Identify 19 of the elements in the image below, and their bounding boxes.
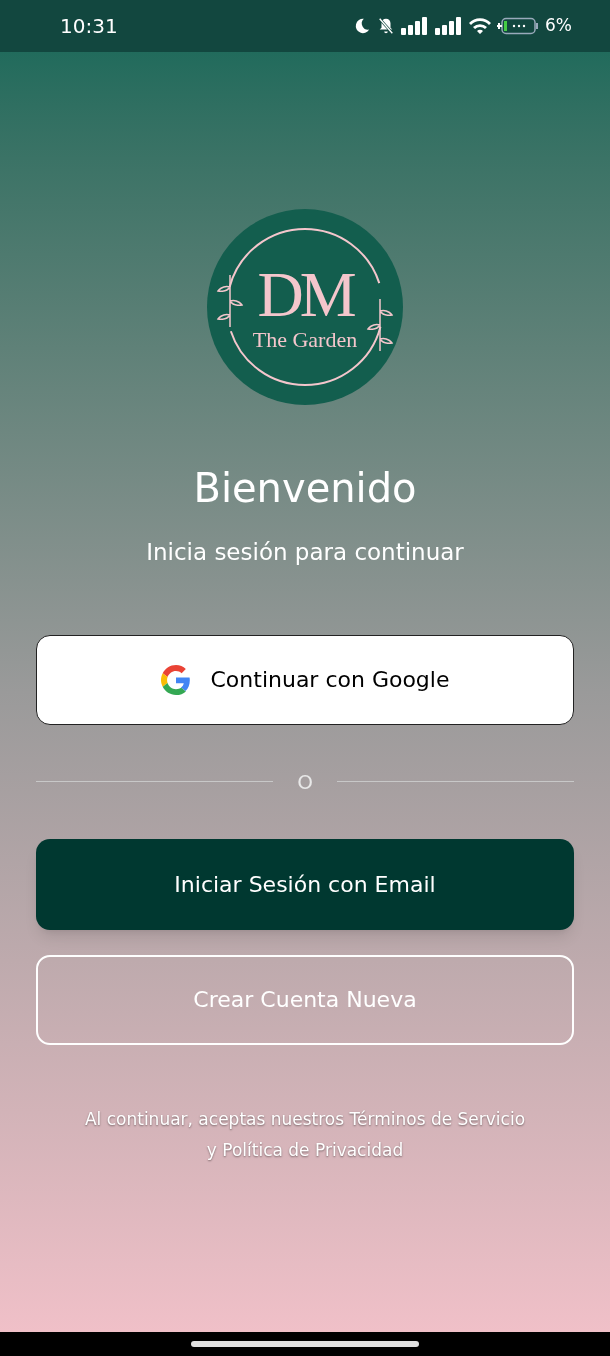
terms-text: Al continuar, aceptas nuestros Términos de Servicio <box>84 1107 526 1131</box>
signal-icon <box>401 17 429 35</box>
battery-icon <box>497 17 539 35</box>
welcome-title: Bienvenido <box>193 464 417 513</box>
google-icon <box>160 664 191 695</box>
divider-label: O <box>297 768 313 796</box>
terms-text: y Política de Privacidad <box>206 1139 404 1162</box>
email-sign-in-button[interactable]: Iniciar Sesión con Email <box>36 838 574 930</box>
home-indicator[interactable] <box>191 1341 419 1347</box>
subtitle: Inicia sesión para continuar <box>146 538 464 567</box>
battery-percentage: 6% <box>545 14 572 38</box>
bell-muted-icon <box>377 17 395 35</box>
google-sign-in-button[interactable]: Continuar con Google <box>36 634 574 725</box>
signal-icon <box>435 17 463 35</box>
status-time: 10:31 <box>60 13 118 40</box>
wifi-icon <box>469 17 491 35</box>
logo-name: The Garden <box>252 329 358 351</box>
moon-icon <box>353 17 371 35</box>
logo-initials: DM <box>257 263 353 327</box>
